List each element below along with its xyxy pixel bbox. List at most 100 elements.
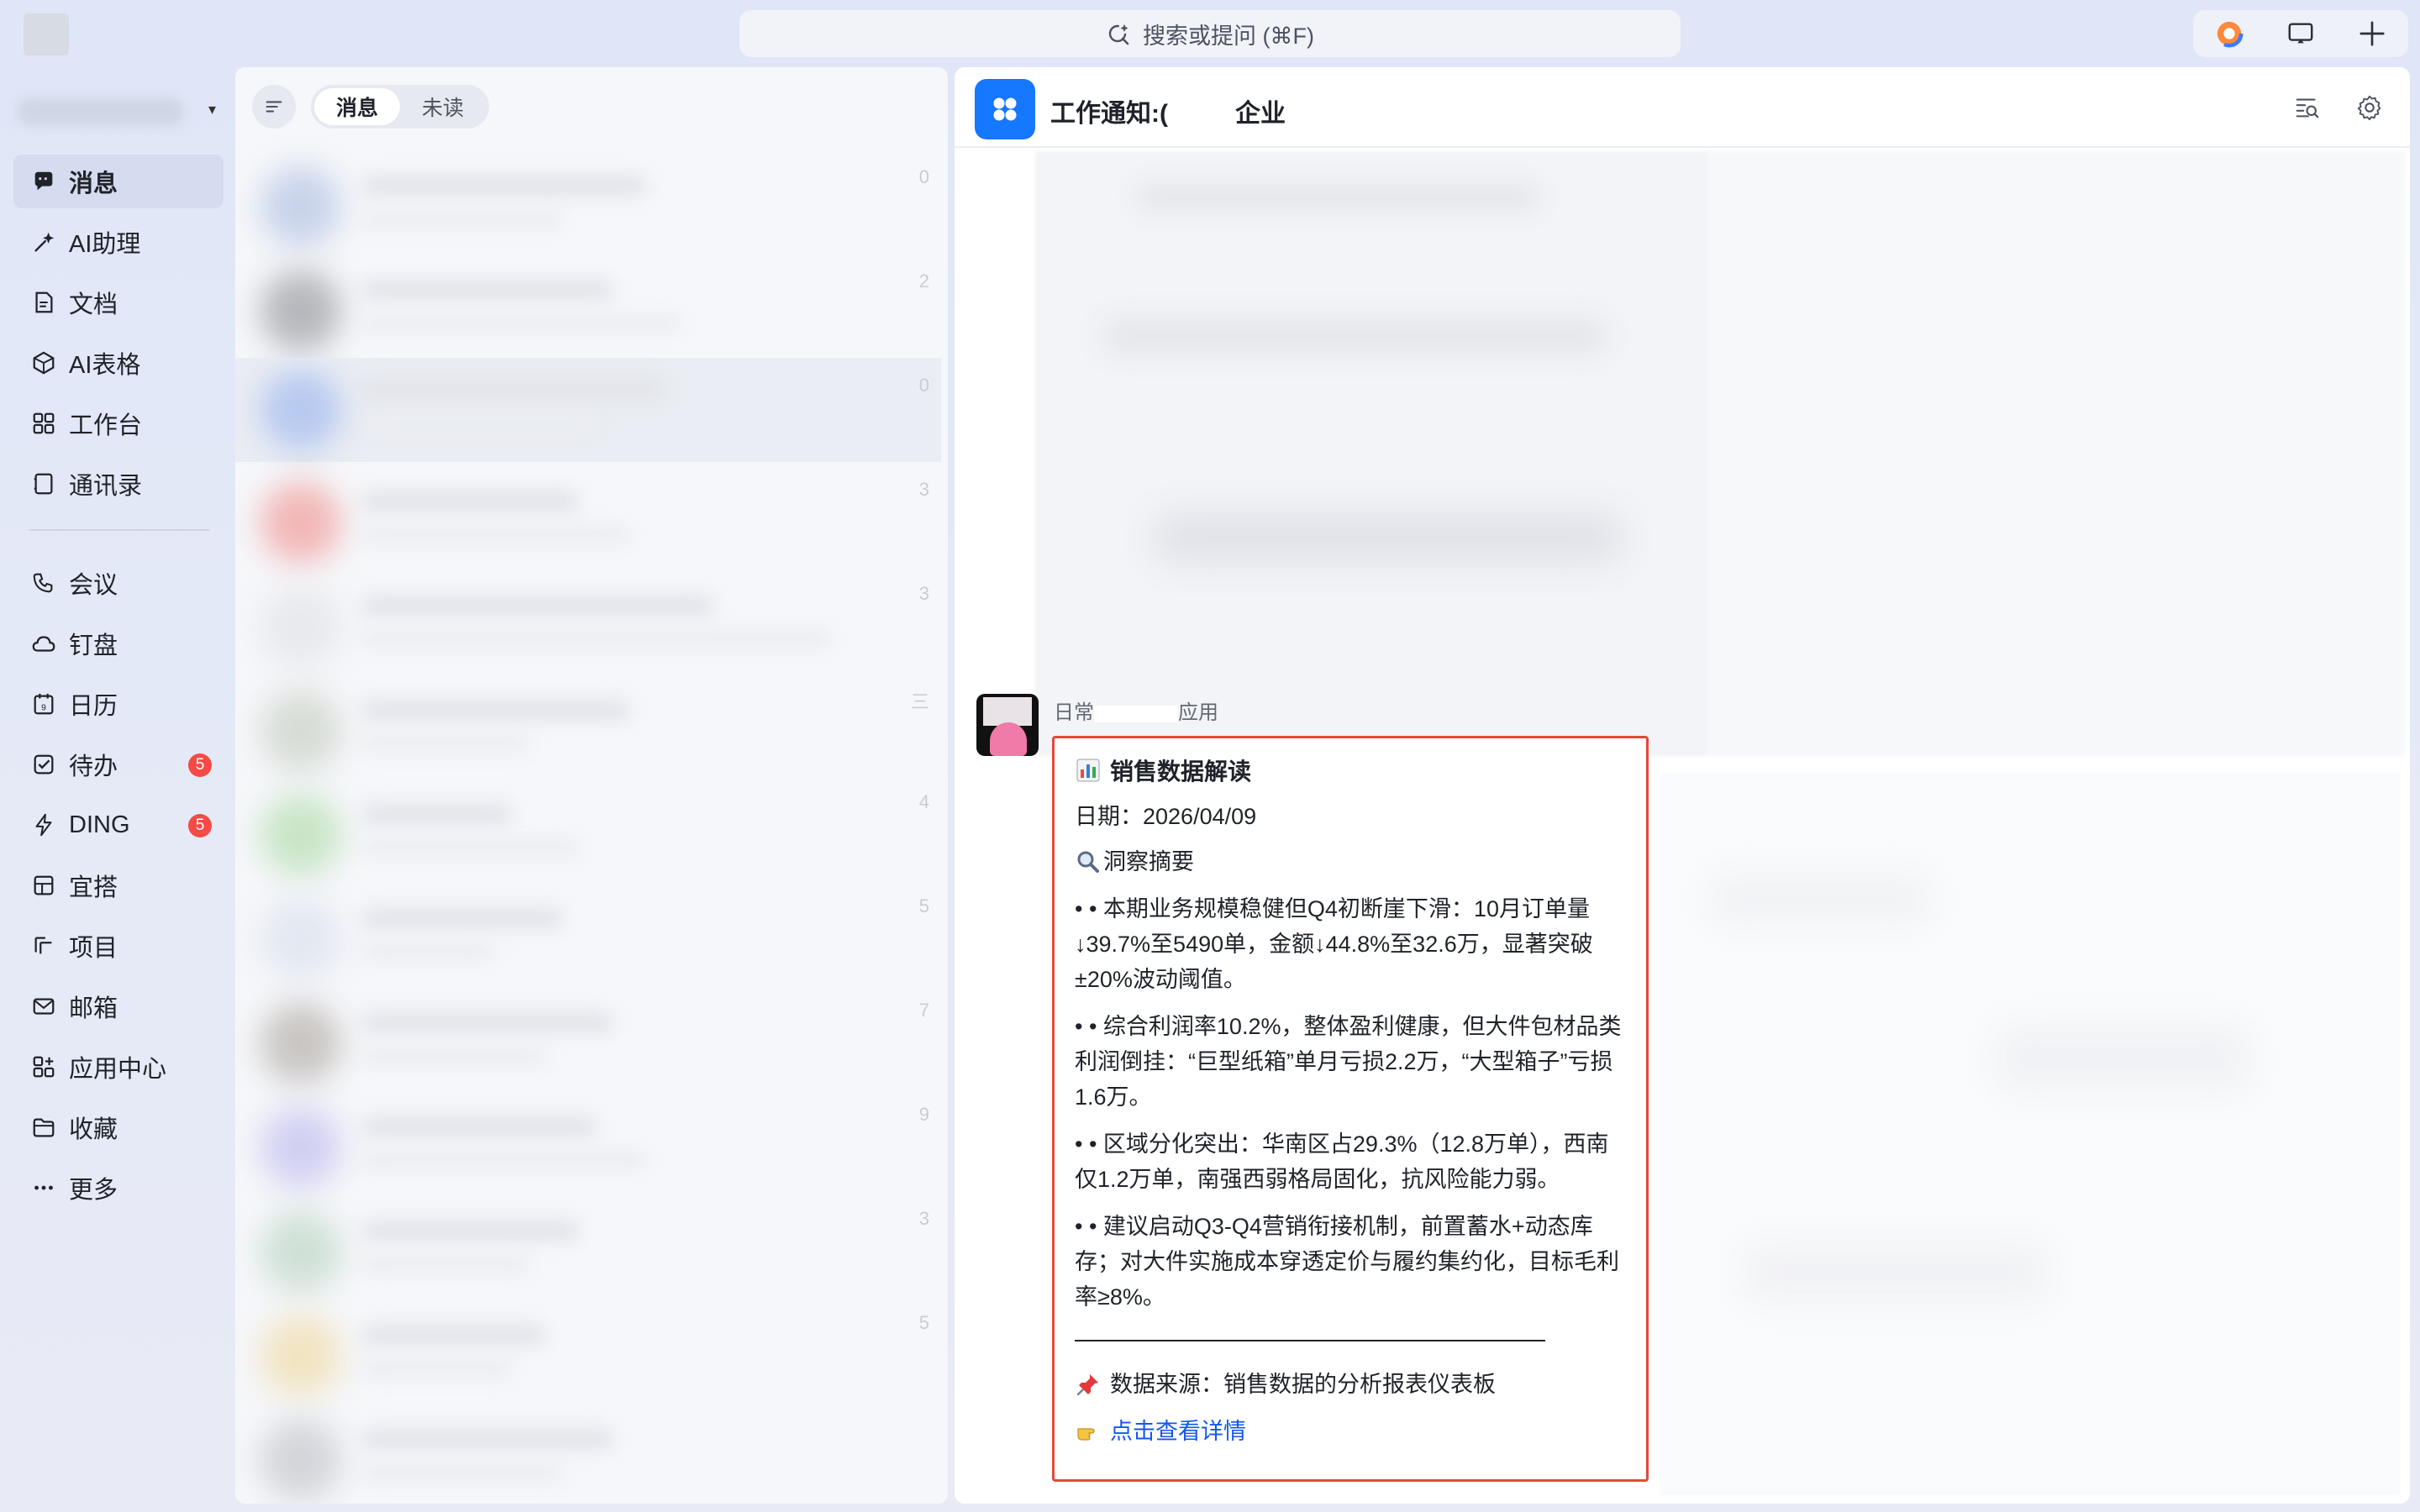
sender-avatar[interactable] xyxy=(976,694,1039,756)
nav-item-project[interactable]: 项目 xyxy=(13,919,224,973)
ding-badge: 5 xyxy=(188,814,212,837)
list-item-selected[interactable] xyxy=(235,358,941,462)
redacted-area xyxy=(1660,773,2400,1495)
list-item-count: 2 xyxy=(918,270,929,291)
ai-table-icon xyxy=(30,349,57,376)
cloud-drive-icon xyxy=(30,630,57,657)
search-history-icon[interactable] xyxy=(2291,91,2324,124)
list-item[interactable] xyxy=(252,1200,941,1292)
card-bullet: • • 本期业务规模稳健但Q4初断崖下滑：10月订单量↓39.7%至5490单，… xyxy=(1075,896,1593,992)
nav-list: 消息 AI助理 文档 AI表格 工作台 通讯录 会议 钉盘 9 日历 待办 5 … xyxy=(13,155,224,1221)
form-builder-icon xyxy=(30,872,57,899)
workbench-grid-icon xyxy=(30,410,57,437)
list-item-count: 7 xyxy=(918,1000,929,1021)
summary-heading-text: 洞察摘要 xyxy=(1103,849,1194,874)
nav-item-mail[interactable]: 邮箱 xyxy=(13,979,224,1033)
nav-item-docs[interactable]: 文档 xyxy=(13,276,224,329)
card-data-source: 数据来源：销售数据的分析报表仪表板 xyxy=(1075,1367,1629,1402)
screen-share-icon[interactable] xyxy=(2284,17,2317,50)
nav-item-yida[interactable]: 宜搭 xyxy=(13,858,224,912)
list-item[interactable] xyxy=(252,1095,941,1188)
list-item-count: 4 xyxy=(918,791,929,812)
chat-title-text: 工作通知:( xyxy=(1050,100,1168,128)
nav-item-more[interactable]: 更多 xyxy=(13,1161,224,1215)
list-item-count: 3 xyxy=(918,479,929,500)
card-summary-heading: 洞察摘要 xyxy=(1075,844,1629,879)
chat-icon xyxy=(30,168,57,195)
list-item[interactable] xyxy=(252,679,941,771)
nav-item-todo[interactable]: 待办 5 xyxy=(13,738,224,791)
conversation-tabs: 消息 未读 xyxy=(311,85,490,129)
nav-item-label: 宜搭 xyxy=(69,874,118,901)
data-source-text: 数据来源：销售数据的分析报表仪表板 xyxy=(1110,1372,1496,1397)
conversation-list-header: 消息 未读 xyxy=(252,84,490,129)
list-item-count: 5 xyxy=(918,1312,929,1333)
conversation-items-redacted xyxy=(235,155,941,1500)
nav-item-label: 更多 xyxy=(69,1177,118,1204)
nav-item-label: 应用中心 xyxy=(69,1056,167,1083)
nav-item-drive[interactable]: 钉盘 xyxy=(13,617,224,670)
view-details-link[interactable]: 点击查看详情 xyxy=(1075,1414,1629,1449)
nav-item-label: 会议 xyxy=(69,572,118,599)
nav-item-label: 钉盘 xyxy=(69,633,118,659)
card-date: 日期：2026/04/09 xyxy=(1075,804,1257,829)
magnifier-icon xyxy=(1075,848,1102,875)
list-item-count: 5 xyxy=(918,895,929,916)
list-item[interactable] xyxy=(252,575,941,667)
tab-messages[interactable]: 消息 xyxy=(314,88,401,125)
top-actions xyxy=(2193,10,2408,57)
global-search-input[interactable]: 搜索或提问 (⌘F) xyxy=(739,10,1681,57)
contacts-icon xyxy=(30,470,57,497)
list-item[interactable] xyxy=(252,1408,941,1500)
svg-text:9: 9 xyxy=(41,704,46,713)
list-item-count: 0 xyxy=(918,375,929,396)
org-name-redacted xyxy=(17,97,185,126)
sender-suffix: 应用 xyxy=(1178,701,1218,724)
favorites-folder-icon xyxy=(30,1114,57,1141)
nav-item-label: 消息 xyxy=(69,171,118,197)
nav-item-calendar[interactable]: 9 日历 xyxy=(13,677,224,731)
list-item[interactable] xyxy=(252,470,941,563)
card-title: 销售数据解读 xyxy=(1075,752,1629,789)
card-bullet: • • 综合利润率10.2%，整体盈利健康，但大件包材品类利润倒挂：“巨型纸箱”… xyxy=(1075,1014,1622,1110)
sales-insight-card[interactable]: 销售数据解读 日期：2026/04/09 洞察摘要 • • 本期业务规模稳健但Q… xyxy=(1052,736,1649,1482)
chat-header: 工作通知:( 企业 xyxy=(955,67,2410,148)
nav-item-ding[interactable]: DING 5 xyxy=(13,798,224,852)
phone-meeting-icon xyxy=(30,570,57,596)
list-item[interactable] xyxy=(252,155,941,247)
ai-assistant-orb-icon[interactable] xyxy=(2212,17,2246,50)
filter-icon[interactable] xyxy=(252,85,296,129)
todo-badge: 5 xyxy=(188,753,212,777)
app-center-icon xyxy=(30,1053,57,1080)
nav-item-workbench[interactable]: 工作台 xyxy=(13,396,224,450)
org-switcher[interactable]: ▾ xyxy=(17,91,227,133)
nav-item-contacts[interactable]: 通讯录 xyxy=(13,457,224,511)
nav-item-app-center[interactable]: 应用中心 xyxy=(13,1040,224,1094)
list-item[interactable] xyxy=(252,887,941,979)
ai-search-icon xyxy=(1108,24,1129,45)
app-logo[interactable] xyxy=(24,13,69,55)
list-item[interactable] xyxy=(252,259,941,351)
bar-chart-icon xyxy=(1075,757,1102,784)
work-notification-app-icon[interactable] xyxy=(975,79,1035,139)
list-item[interactable] xyxy=(252,991,941,1084)
calendar-icon: 9 xyxy=(30,690,57,717)
nav-item-meeting[interactable]: 会议 xyxy=(13,556,224,610)
nav-item-ai-table[interactable]: AI表格 xyxy=(13,336,224,390)
add-icon[interactable] xyxy=(2355,17,2389,50)
list-item[interactable] xyxy=(252,1304,941,1396)
settings-gear-icon[interactable] xyxy=(2353,91,2386,124)
ai-sparkle-icon xyxy=(30,228,57,255)
nav-item-ai-assistant[interactable]: AI助理 xyxy=(13,215,224,269)
view-details-text[interactable]: 点击查看详情 xyxy=(1110,1414,1246,1449)
pushpin-icon xyxy=(1075,1371,1102,1398)
nav-item-favorites[interactable]: 收藏 xyxy=(13,1100,224,1154)
nav-item-messages[interactable]: 消息 xyxy=(13,155,224,208)
tab-unread[interactable]: 未读 xyxy=(400,88,486,125)
nav-item-label: AI表格 xyxy=(69,352,141,379)
sender-name-redacted xyxy=(1094,705,1178,722)
chat-title-suffix: 企业 xyxy=(1234,100,1286,128)
nav-item-label: 工作台 xyxy=(69,412,143,439)
list-item[interactable] xyxy=(252,783,941,875)
card-bullet: • • 建议启动Q3-Q4营销衔接机制，前置蓄水+动态库存；对大件实施成本穿透定… xyxy=(1075,1214,1619,1310)
